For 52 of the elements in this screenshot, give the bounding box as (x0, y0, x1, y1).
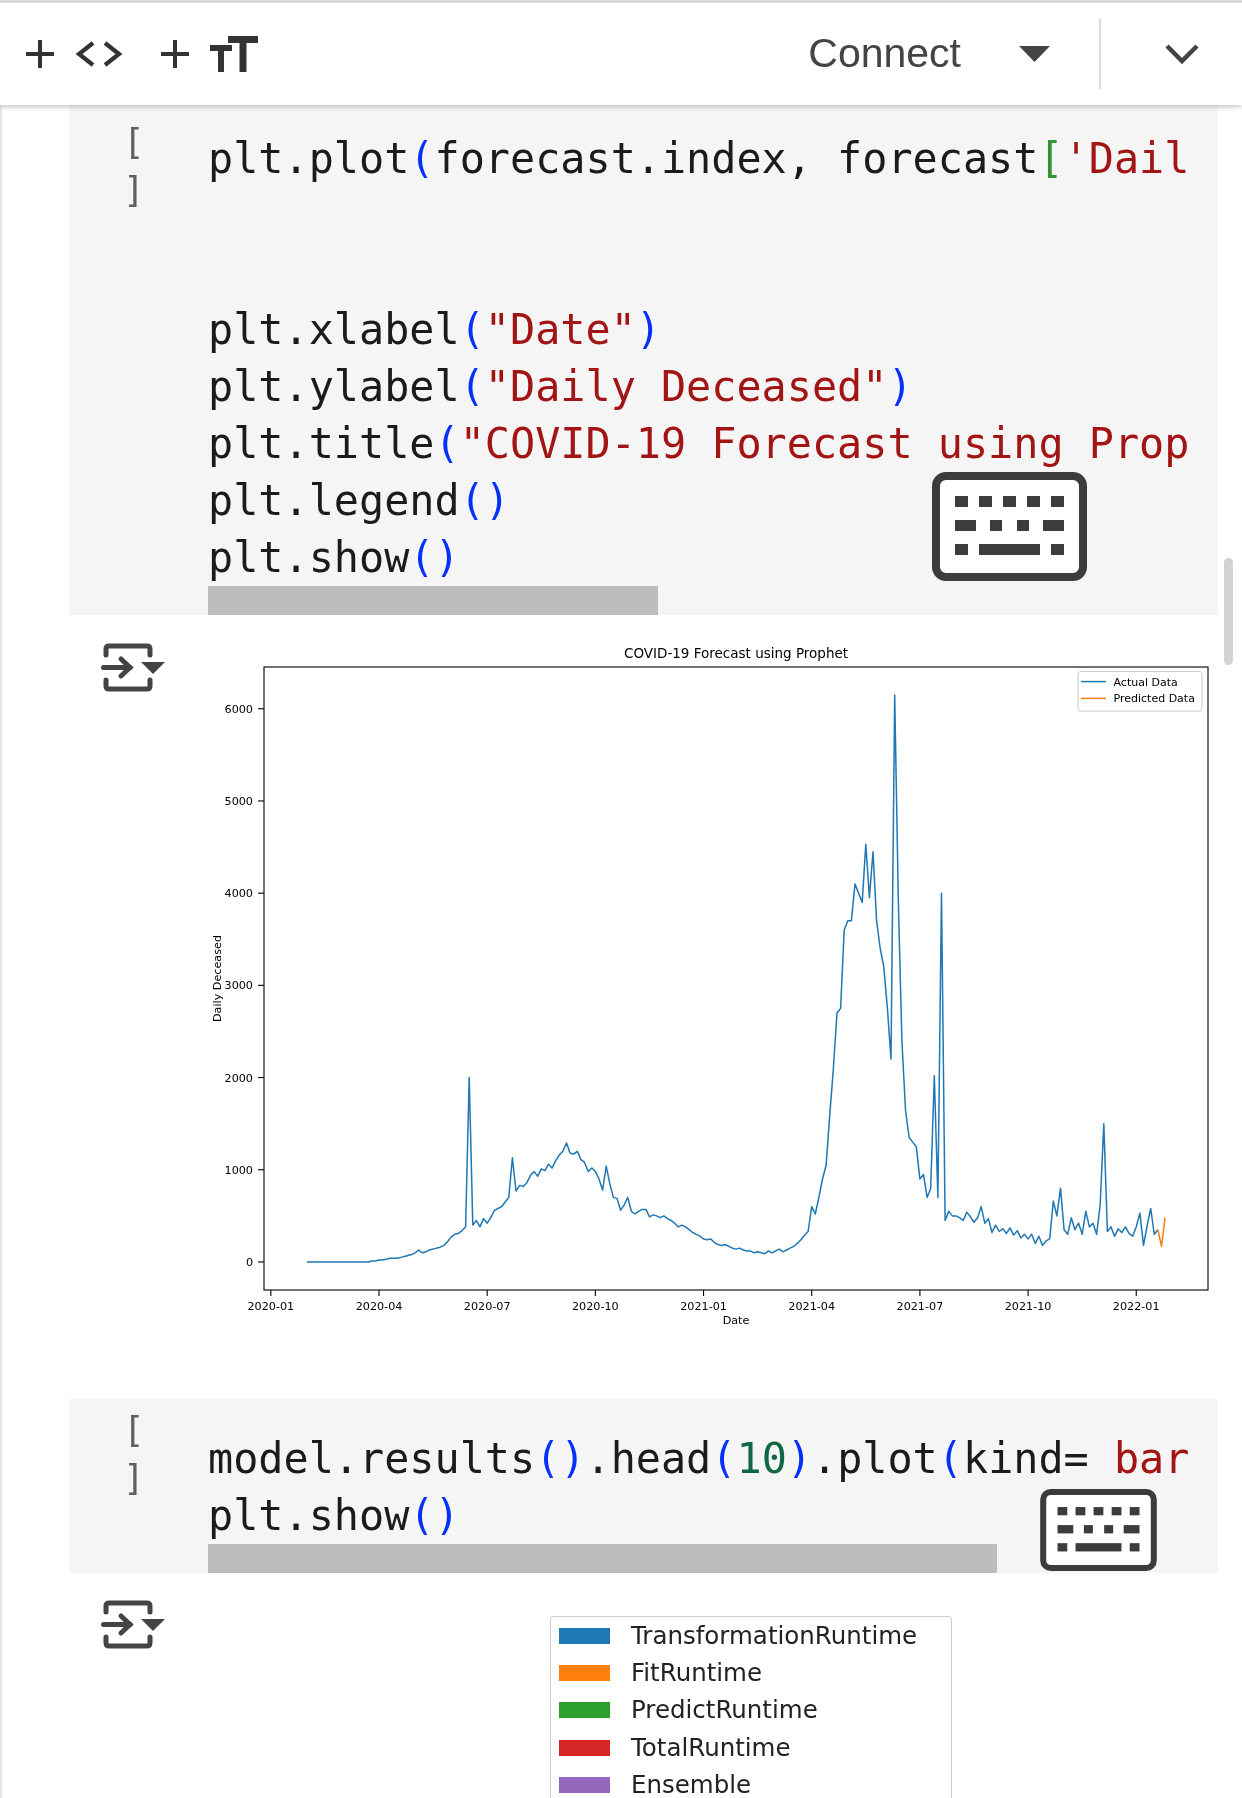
text-icon (210, 36, 258, 72)
y-tick-label: 2000 (224, 1071, 253, 1085)
execution-count[interactable]: [ ] (123, 1399, 147, 1502)
x-tick-label: 2021-10 (1004, 1299, 1052, 1313)
legend-label: Predicted Data (1113, 692, 1195, 706)
code-cell[interactable]: [ ] plt.plot(forecast.index, forecast['Dail plt.xlabel("Date") plt.ylabel("Daily Deceased") plt.title("COVID-19 Forecast using Prop plt.legend() plt.show() (69, 105, 1218, 615)
code-line: plt.ylabel("Daily Deceased") (208, 360, 913, 413)
x-axis-label: Date (722, 1314, 750, 1327)
y-tick-label: 4000 (224, 887, 253, 901)
x-tick-label: 2021-07 (896, 1299, 944, 1313)
code-line: plt.title("COVID-19 Forecast using Prop (208, 417, 1190, 470)
code-line: plt.legend() (208, 474, 510, 527)
plus-icon (161, 40, 189, 68)
y-tick-label: 0 (245, 1255, 253, 1269)
y-tick-label: 6000 (224, 702, 253, 716)
x-tick-label: 2020-04 (355, 1299, 403, 1313)
x-tick-label: 2020-10 (572, 1299, 619, 1313)
legend-label: PredictRuntime (631, 1697, 818, 1724)
legend-label: Ensemble (631, 1771, 752, 1798)
code-cell[interactable]: [ ] model.results().head(10).plot(kind= bar plt.show() (69, 1399, 1218, 1573)
x-tick-label: 2021-04 (788, 1299, 836, 1313)
chart-title: COVID-19 Forecast using Prophet (623, 645, 849, 661)
y-tick-label: 5000 (224, 794, 253, 808)
x-tick-label: 2022-01 (1112, 1299, 1160, 1313)
code-line: model.results().head(10).plot(kind= bar (208, 1432, 1190, 1485)
code-line: plt.xlabel("Date") (208, 303, 661, 356)
output-arrow-icon[interactable] (101, 642, 165, 692)
y-tick-label: 1000 (224, 1163, 253, 1177)
x-tick-label: 2020-07 (463, 1299, 511, 1313)
plus-icon (26, 40, 54, 68)
x-tick-label: 2021-01 (680, 1299, 727, 1313)
keyboard-icon[interactable] (932, 472, 1087, 581)
caret-icon (1019, 46, 1050, 62)
keyboard-icon[interactable] (1040, 1489, 1157, 1571)
legend-label: Actual Data (1113, 675, 1178, 689)
vertical-scrollbar[interactable] (1224, 558, 1233, 665)
legend-label: TotalRuntime (631, 1734, 791, 1761)
chevron-down-icon (1164, 43, 1200, 65)
legend-label: FitRuntime (631, 1660, 763, 1686)
x-tick-label: 2020-01 (247, 1299, 295, 1313)
connect-button[interactable]: Connect (800, 26, 969, 82)
execution-count[interactable]: [ ] (123, 105, 147, 214)
horizontal-scrollbar[interactable] (208, 585, 658, 615)
code-line: plt.show() (208, 531, 460, 584)
code-icon (75, 40, 123, 68)
code-line: plt.plot(forecast.index, forecast['Dail (208, 132, 1190, 185)
horizontal-scrollbar[interactable] (208, 1543, 997, 1573)
y-axis-label: Daily Deceased (211, 934, 224, 1023)
legend-label: TransformationRuntime (631, 1622, 918, 1649)
code-line: plt.show() (208, 1489, 460, 1542)
y-tick-label: 3000 (224, 979, 253, 993)
output-arrow-icon[interactable] (101, 1600, 165, 1649)
